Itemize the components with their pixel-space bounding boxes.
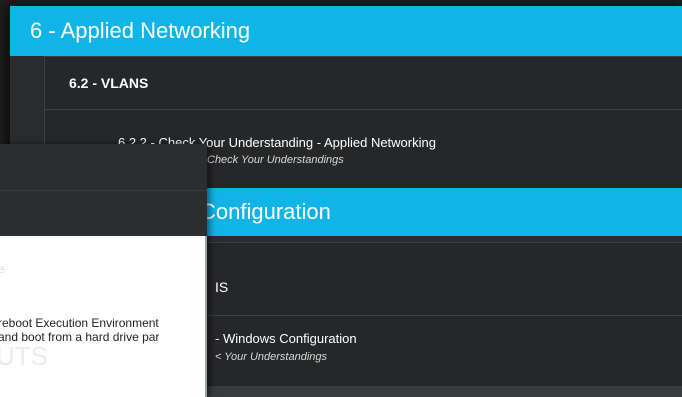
module-7-header-text: Configuration (200, 199, 331, 224)
overlay-header-divider (0, 190, 207, 191)
faded-label: e (0, 262, 5, 276)
overlapping-window[interactable]: e reboot Execution Environment and boot … (0, 144, 207, 397)
topic-windows-config-link[interactable]: - Windows Configuration (215, 331, 357, 346)
overlay-window-header (0, 144, 207, 236)
section-7-x-title[interactable]: IS (215, 279, 228, 295)
overlay-window-edge (205, 236, 207, 397)
module-6-header[interactable]: 6 - Applied Networking (10, 6, 682, 56)
topic-windows-config-type: < Your Understandings (215, 351, 328, 363)
section-divider (45, 109, 682, 110)
topic-6-2-2-type: Check Your Understandings (207, 154, 344, 166)
overlay-text-line-1: reboot Execution Environment (0, 316, 159, 330)
faded-heading: UTS (0, 341, 48, 371)
section-6-2-title[interactable]: 6.2 - VLANS (69, 75, 148, 91)
